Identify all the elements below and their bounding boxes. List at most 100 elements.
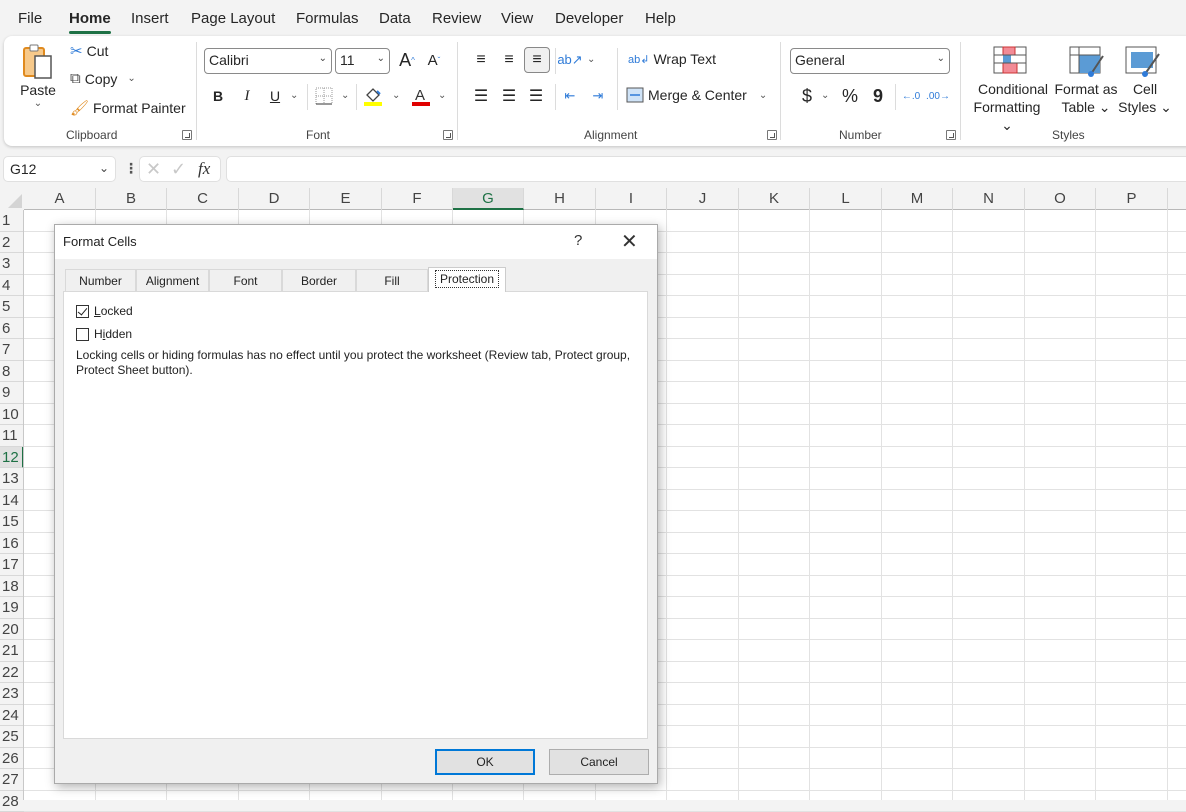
more-options-icon[interactable]: ⋮ [124, 160, 138, 177]
borders-button[interactable] [312, 84, 336, 108]
column-header-h[interactable]: H [524, 188, 596, 210]
tab-data[interactable]: Data [379, 10, 411, 27]
number-format-select[interactable]: General ⌄ [790, 48, 950, 74]
row-header-2[interactable]: 2 [0, 232, 24, 254]
tab-home[interactable]: Home [69, 10, 111, 27]
font-launcher-icon[interactable] [443, 130, 453, 140]
column-header-b[interactable]: B [96, 188, 167, 210]
locked-checkbox-row[interactable]: Locked [76, 304, 133, 318]
row-header-22[interactable]: 22 [0, 662, 24, 684]
column-header-f[interactable]: F [382, 188, 453, 210]
align-left-button[interactable]: ☰ [469, 84, 493, 108]
top-align-button[interactable]: ≡ [469, 48, 493, 72]
conditional-formatting-button[interactable]: Conditional Formatting ⌄ [967, 42, 1051, 122]
tab-font[interactable]: Font [209, 269, 282, 291]
row-header-9[interactable]: 9 [0, 382, 24, 404]
chevron-down-icon[interactable]: ⌄ [341, 90, 349, 101]
tab-developer[interactable]: Developer [555, 10, 623, 27]
column-header-a[interactable]: A [24, 188, 96, 210]
column-header-g[interactable]: G [453, 188, 524, 210]
bold-button[interactable]: B [206, 84, 230, 108]
formula-input[interactable] [226, 156, 1186, 182]
row-header-1[interactable]: 1 [0, 210, 24, 232]
row-header-27[interactable]: 27 [0, 769, 24, 791]
column-header-j[interactable]: J [667, 188, 739, 210]
tab-insert[interactable]: Insert [131, 10, 169, 27]
tab-border[interactable]: Border [282, 269, 356, 291]
tab-review[interactable]: Review [432, 10, 481, 27]
middle-align-button[interactable]: ≡ [497, 48, 521, 72]
orientation-button[interactable]: ab↗ [558, 48, 582, 72]
percent-button[interactable]: % [838, 84, 862, 108]
merge-center-button[interactable]: Merge & Center ⌄ [626, 87, 767, 103]
row-header-12[interactable]: 12 [0, 447, 24, 469]
hidden-checkbox-row[interactable]: Hidden [76, 327, 132, 341]
column-header-n[interactable]: N [953, 188, 1025, 210]
tab-fill[interactable]: Fill [356, 269, 428, 291]
tab-alignment[interactable]: Alignment [136, 269, 209, 291]
select-all-button[interactable] [0, 188, 24, 210]
cell-styles-button[interactable]: Cell Styles ⌄ [1117, 42, 1169, 122]
chevron-down-icon[interactable]: ⌄ [821, 90, 829, 101]
fill-color-button[interactable] [361, 84, 385, 108]
underline-button[interactable]: U [263, 84, 287, 108]
increase-indent-button[interactable]: ⇥ [586, 84, 610, 108]
grow-font-button[interactable]: A^ [395, 48, 419, 72]
decrease-decimal-button[interactable]: .00→ [926, 84, 950, 108]
row-header-13[interactable]: 13 [0, 468, 24, 490]
row-header-25[interactable]: 25 [0, 726, 24, 748]
row-header-23[interactable]: 23 [0, 683, 24, 705]
row-header-20[interactable]: 20 [0, 619, 24, 641]
font-color-button[interactable]: A [409, 84, 433, 108]
hidden-checkbox[interactable] [76, 328, 89, 341]
row-header-11[interactable]: 11 [0, 425, 24, 447]
insert-function-icon[interactable]: fx [198, 159, 210, 179]
row-header-18[interactable]: 18 [0, 576, 24, 598]
column-header-i[interactable]: I [596, 188, 667, 210]
row-header-4[interactable]: 4 [0, 275, 24, 297]
comma-button[interactable]: 9 [866, 84, 890, 108]
row-header-10[interactable]: 10 [0, 404, 24, 426]
font-size-select[interactable]: 11 ⌄ [335, 48, 390, 74]
row-header-5[interactable]: 5 [0, 296, 24, 318]
tab-number[interactable]: Number [65, 269, 136, 291]
cancel-icon[interactable]: ✕ [146, 159, 161, 180]
format-as-table-button[interactable]: Format as Table ⌄ [1053, 42, 1119, 122]
chevron-down-icon[interactable]: ⌄ [127, 73, 135, 84]
bottom-align-button[interactable]: ≡ [524, 47, 550, 73]
cancel-button[interactable]: Cancel [549, 749, 649, 775]
chevron-down-icon[interactable]: ⌄ [392, 90, 400, 101]
column-header-k[interactable]: K [739, 188, 810, 210]
row-header-3[interactable]: 3 [0, 253, 24, 275]
wrap-text-button[interactable]: ab↲ Wrap Text [628, 51, 716, 67]
row-header-6[interactable]: 6 [0, 318, 24, 340]
help-button[interactable]: ? [574, 232, 582, 249]
column-header-m[interactable]: M [882, 188, 953, 210]
cut-button[interactable]: ✂ Cut [70, 42, 108, 60]
align-center-button[interactable]: ☰ [497, 84, 521, 108]
column-header-c[interactable]: C [167, 188, 239, 210]
chevron-down-icon[interactable]: ⌄ [438, 90, 446, 101]
row-header-24[interactable]: 24 [0, 705, 24, 727]
format-painter-button[interactable]: 🖌 Format Painter [70, 99, 186, 117]
tab-protection[interactable]: Protection [428, 267, 506, 292]
currency-button[interactable]: $ [795, 84, 819, 108]
column-header-p[interactable]: P [1096, 188, 1168, 210]
ok-button[interactable]: OK [435, 749, 535, 775]
row-header-17[interactable]: 17 [0, 554, 24, 576]
number-launcher-icon[interactable] [946, 130, 956, 140]
alignment-launcher-icon[interactable] [767, 130, 777, 140]
align-right-button[interactable]: ☰ [524, 84, 548, 108]
clipboard-launcher-icon[interactable] [182, 130, 192, 140]
decrease-indent-button[interactable]: ⇤ [558, 84, 582, 108]
row-header-16[interactable]: 16 [0, 533, 24, 555]
column-header-o[interactable]: O [1025, 188, 1096, 210]
row-header-14[interactable]: 14 [0, 490, 24, 512]
tab-formulas[interactable]: Formulas [296, 10, 359, 27]
row-header-21[interactable]: 21 [0, 640, 24, 662]
row-header-8[interactable]: 8 [0, 361, 24, 383]
chevron-down-icon[interactable]: ⌄ [587, 54, 595, 65]
tab-help[interactable]: Help [645, 10, 676, 27]
font-name-select[interactable]: Calibri ⌄ [204, 48, 332, 74]
row-header-19[interactable]: 19 [0, 597, 24, 619]
